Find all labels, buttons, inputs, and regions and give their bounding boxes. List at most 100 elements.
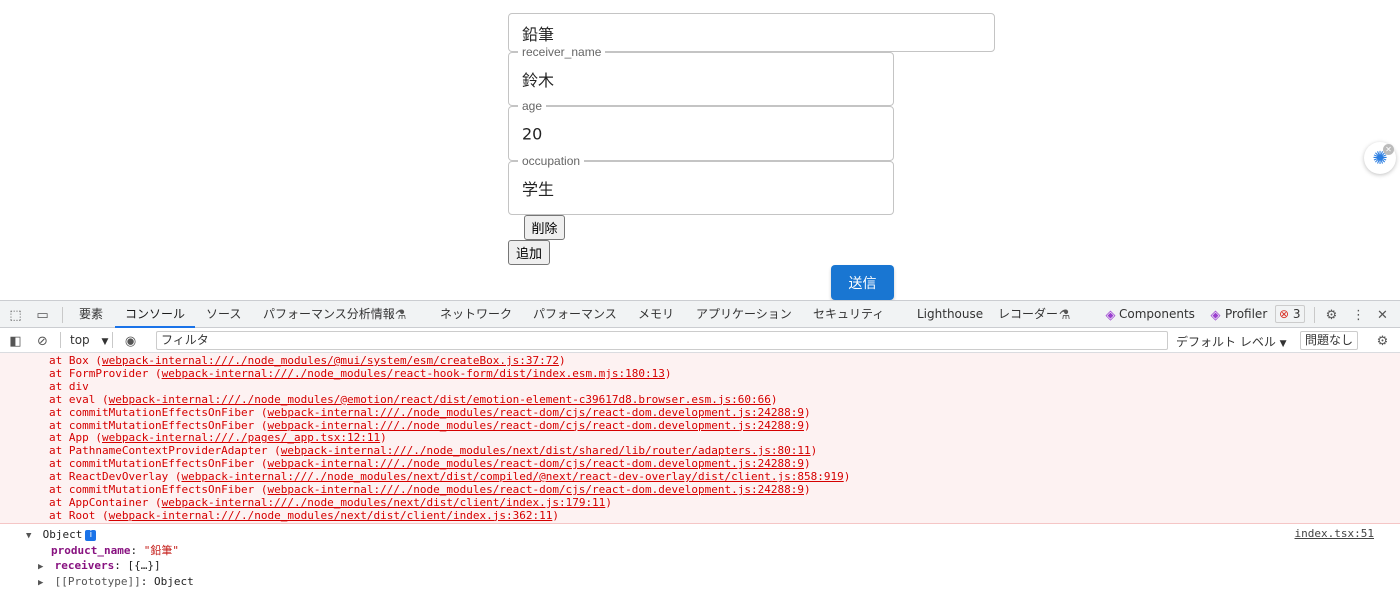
tab-network[interactable]: ネットワーク: [440, 301, 512, 328]
stack-frame-link[interactable]: webpack-internal:///./node_modules/next/…: [162, 496, 606, 509]
flask-icon: ⚗: [394, 307, 407, 322]
expand-triangle-icon[interactable]: ▼: [26, 529, 36, 544]
stack-frame-link[interactable]: webpack-internal:///./node_modules/react…: [268, 406, 804, 419]
tab-memory[interactable]: メモリ: [638, 301, 674, 328]
error-count: 3: [1292, 307, 1301, 321]
stack-frame-end: ): [380, 431, 387, 445]
delete-button[interactable]: 削除: [524, 215, 565, 240]
stack-frame: at commitMutationEffectsOnFiber (webpack…: [49, 483, 811, 496]
stack-frame-link[interactable]: webpack-internal:///./node_modules/@emot…: [109, 393, 771, 406]
stack-frame-link[interactable]: webpack-internal:///./node_modules/react…: [162, 367, 665, 380]
gear-icon[interactable]: ⚙: [1374, 332, 1391, 349]
stack-frame-end: ): [843, 470, 851, 484]
clear-console-icon[interactable]: ⊘: [34, 332, 51, 349]
tab-performance[interactable]: パフォーマンス: [533, 301, 617, 328]
stack-frame-link[interactable]: webpack-internal:///./node_modules/react…: [268, 457, 804, 470]
tab-security[interactable]: セキュリティ: [813, 301, 884, 328]
age-value: 20: [522, 124, 543, 143]
receiver-name-field[interactable]: receiver_name 鈴木: [508, 45, 894, 106]
stack-frame-link[interactable]: webpack-internal:///./node_modules/next/…: [181, 470, 843, 483]
stack-frame-end: ): [552, 508, 559, 522]
stack-frame-link[interactable]: webpack-internal:///./node_modules/@mui/…: [102, 354, 559, 367]
console-output: at Box (webpack-internal:///./node_modul…: [0, 353, 1400, 592]
object-header[interactable]: ▼ Object i: [26, 527, 97, 544]
tab-sources[interactable]: ソース: [206, 301, 241, 328]
receiver-name-label: receiver_name: [518, 45, 606, 59]
eye-icon[interactable]: ◉: [122, 332, 139, 349]
stack-frame-function: at commitMutationEffectsOnFiber (: [49, 483, 268, 496]
tab-application[interactable]: アプリケーション: [696, 301, 792, 328]
react-profiler-icon: ◈: [1210, 307, 1221, 322]
occupation-field[interactable]: occupation 学生: [508, 154, 894, 215]
stack-frame: at div: [49, 380, 89, 393]
stack-frame: at commitMutationEffectsOnFiber (webpack…: [49, 419, 811, 432]
devtools-tab-bar: ⬚ ▭ 要素 コンソール ソース パフォーマンス分析情報 ⚗ ネットワーク パフ…: [0, 300, 1400, 328]
tab-performance-insights[interactable]: パフォーマンス分析情報: [263, 301, 395, 328]
inspect-element-icon[interactable]: ⬚: [7, 306, 24, 323]
tab-console[interactable]: コンソール: [115, 301, 196, 328]
error-count-badge[interactable]: ⊗ 3: [1275, 305, 1305, 323]
object-property-prototype[interactable]: ▶ [[Prototype]]: Object: [38, 574, 194, 589]
stack-frame-function: at FormProvider (: [49, 366, 162, 380]
more-menu-icon[interactable]: ⋮: [1350, 306, 1367, 323]
stack-frame-function: at commitMutationEffectsOnFiber (: [49, 405, 268, 419]
page-content: 鉛筆 receiver_name 鈴木 age 20 occupation 学生…: [0, 0, 1400, 300]
stack-frame-end: ): [810, 444, 818, 458]
divider: [60, 332, 61, 348]
divider: [62, 307, 63, 323]
age-field[interactable]: age 20: [508, 99, 894, 161]
flask-icon: ⚗: [1058, 307, 1071, 322]
source-link[interactable]: index.tsx:51: [1295, 527, 1374, 540]
stack-frame: at PathnameContextProviderAdapter (webpa…: [49, 444, 817, 457]
error-icon: ⊗: [1279, 307, 1290, 321]
app-root: 鉛筆 receiver_name 鈴木 age 20 occupation 学生…: [0, 0, 1400, 592]
context-value: top: [70, 333, 90, 347]
stack-frame-link[interactable]: webpack-internal:///./node_modules/next/…: [109, 509, 553, 522]
stack-frame-end: ): [664, 366, 672, 380]
stack-frame-link[interactable]: webpack-internal:///./node_modules/react…: [268, 419, 804, 432]
occupation-value: 学生: [522, 180, 555, 199]
tab-recorder[interactable]: レコーダー: [998, 301, 1058, 328]
info-icon: i: [85, 530, 97, 541]
react-components-icon: ◈: [1105, 307, 1116, 322]
expand-triangle-icon[interactable]: ▶: [38, 576, 48, 591]
stack-frame: at Root (webpack-internal:///./node_modu…: [49, 509, 559, 522]
device-toolbar-icon[interactable]: ▭: [34, 306, 51, 323]
stack-frame-function: at commitMutationEffectsOnFiber (: [49, 418, 268, 432]
close-devtools-icon[interactable]: ✕: [1374, 306, 1391, 323]
chevron-down-icon: ▼: [1279, 339, 1287, 349]
property-value: [{…}]: [127, 559, 161, 572]
stack-frame-link[interactable]: webpack-internal:///./pages/_app.tsx:12:…: [102, 431, 380, 444]
stack-frame-function: at Box (: [49, 354, 102, 367]
stack-frame: at commitMutationEffectsOnFiber (webpack…: [49, 406, 811, 419]
tab-components[interactable]: Components: [1119, 301, 1195, 328]
stack-frame-link[interactable]: webpack-internal:///./node_modules/next/…: [281, 444, 811, 457]
property-key: product_name: [51, 544, 131, 557]
stack-frame: at eval (webpack-internal:///./node_modu…: [49, 393, 778, 406]
sidebar-toggle-icon[interactable]: ◧: [7, 332, 24, 349]
close-icon[interactable]: ✕: [1383, 144, 1394, 155]
issues-button[interactable]: 問題なし: [1300, 331, 1358, 350]
stack-frame-end: ): [770, 392, 778, 406]
stack-frame-function: at AppContainer (: [49, 495, 162, 509]
stack-frame: at App (webpack-internal:///./pages/_app…: [49, 431, 387, 444]
filter-input[interactable]: フィルタ: [156, 331, 1168, 350]
submit-button[interactable]: 送信: [831, 265, 894, 300]
tab-profiler[interactable]: Profiler: [1225, 301, 1267, 328]
object-property-product-name: product_name: "鉛筆": [51, 544, 179, 557]
chevron-down-icon: ▼: [101, 337, 109, 347]
stack-frame-end: ): [803, 405, 811, 419]
product-name-value: 鉛筆: [522, 24, 555, 44]
log-level-selector[interactable]: デフォルト レベル ▼: [1176, 333, 1287, 350]
stack-frame-function: at PathnameContextProviderAdapter (: [49, 444, 281, 458]
object-property-receivers[interactable]: ▶ receivers: [{…}]: [38, 558, 161, 573]
stack-frame: at commitMutationEffectsOnFiber (webpack…: [49, 457, 811, 470]
add-button[interactable]: 追加: [508, 240, 550, 265]
tab-lighthouse[interactable]: Lighthouse: [917, 301, 983, 328]
stack-frame-end: ): [803, 418, 811, 432]
stack-frame-link[interactable]: webpack-internal:///./node_modules/react…: [268, 483, 804, 496]
context-selector[interactable]: top ▼: [70, 333, 108, 347]
gear-icon[interactable]: ⚙: [1323, 306, 1340, 323]
tab-elements[interactable]: 要素: [79, 301, 103, 328]
expand-triangle-icon[interactable]: ▶: [38, 560, 48, 575]
